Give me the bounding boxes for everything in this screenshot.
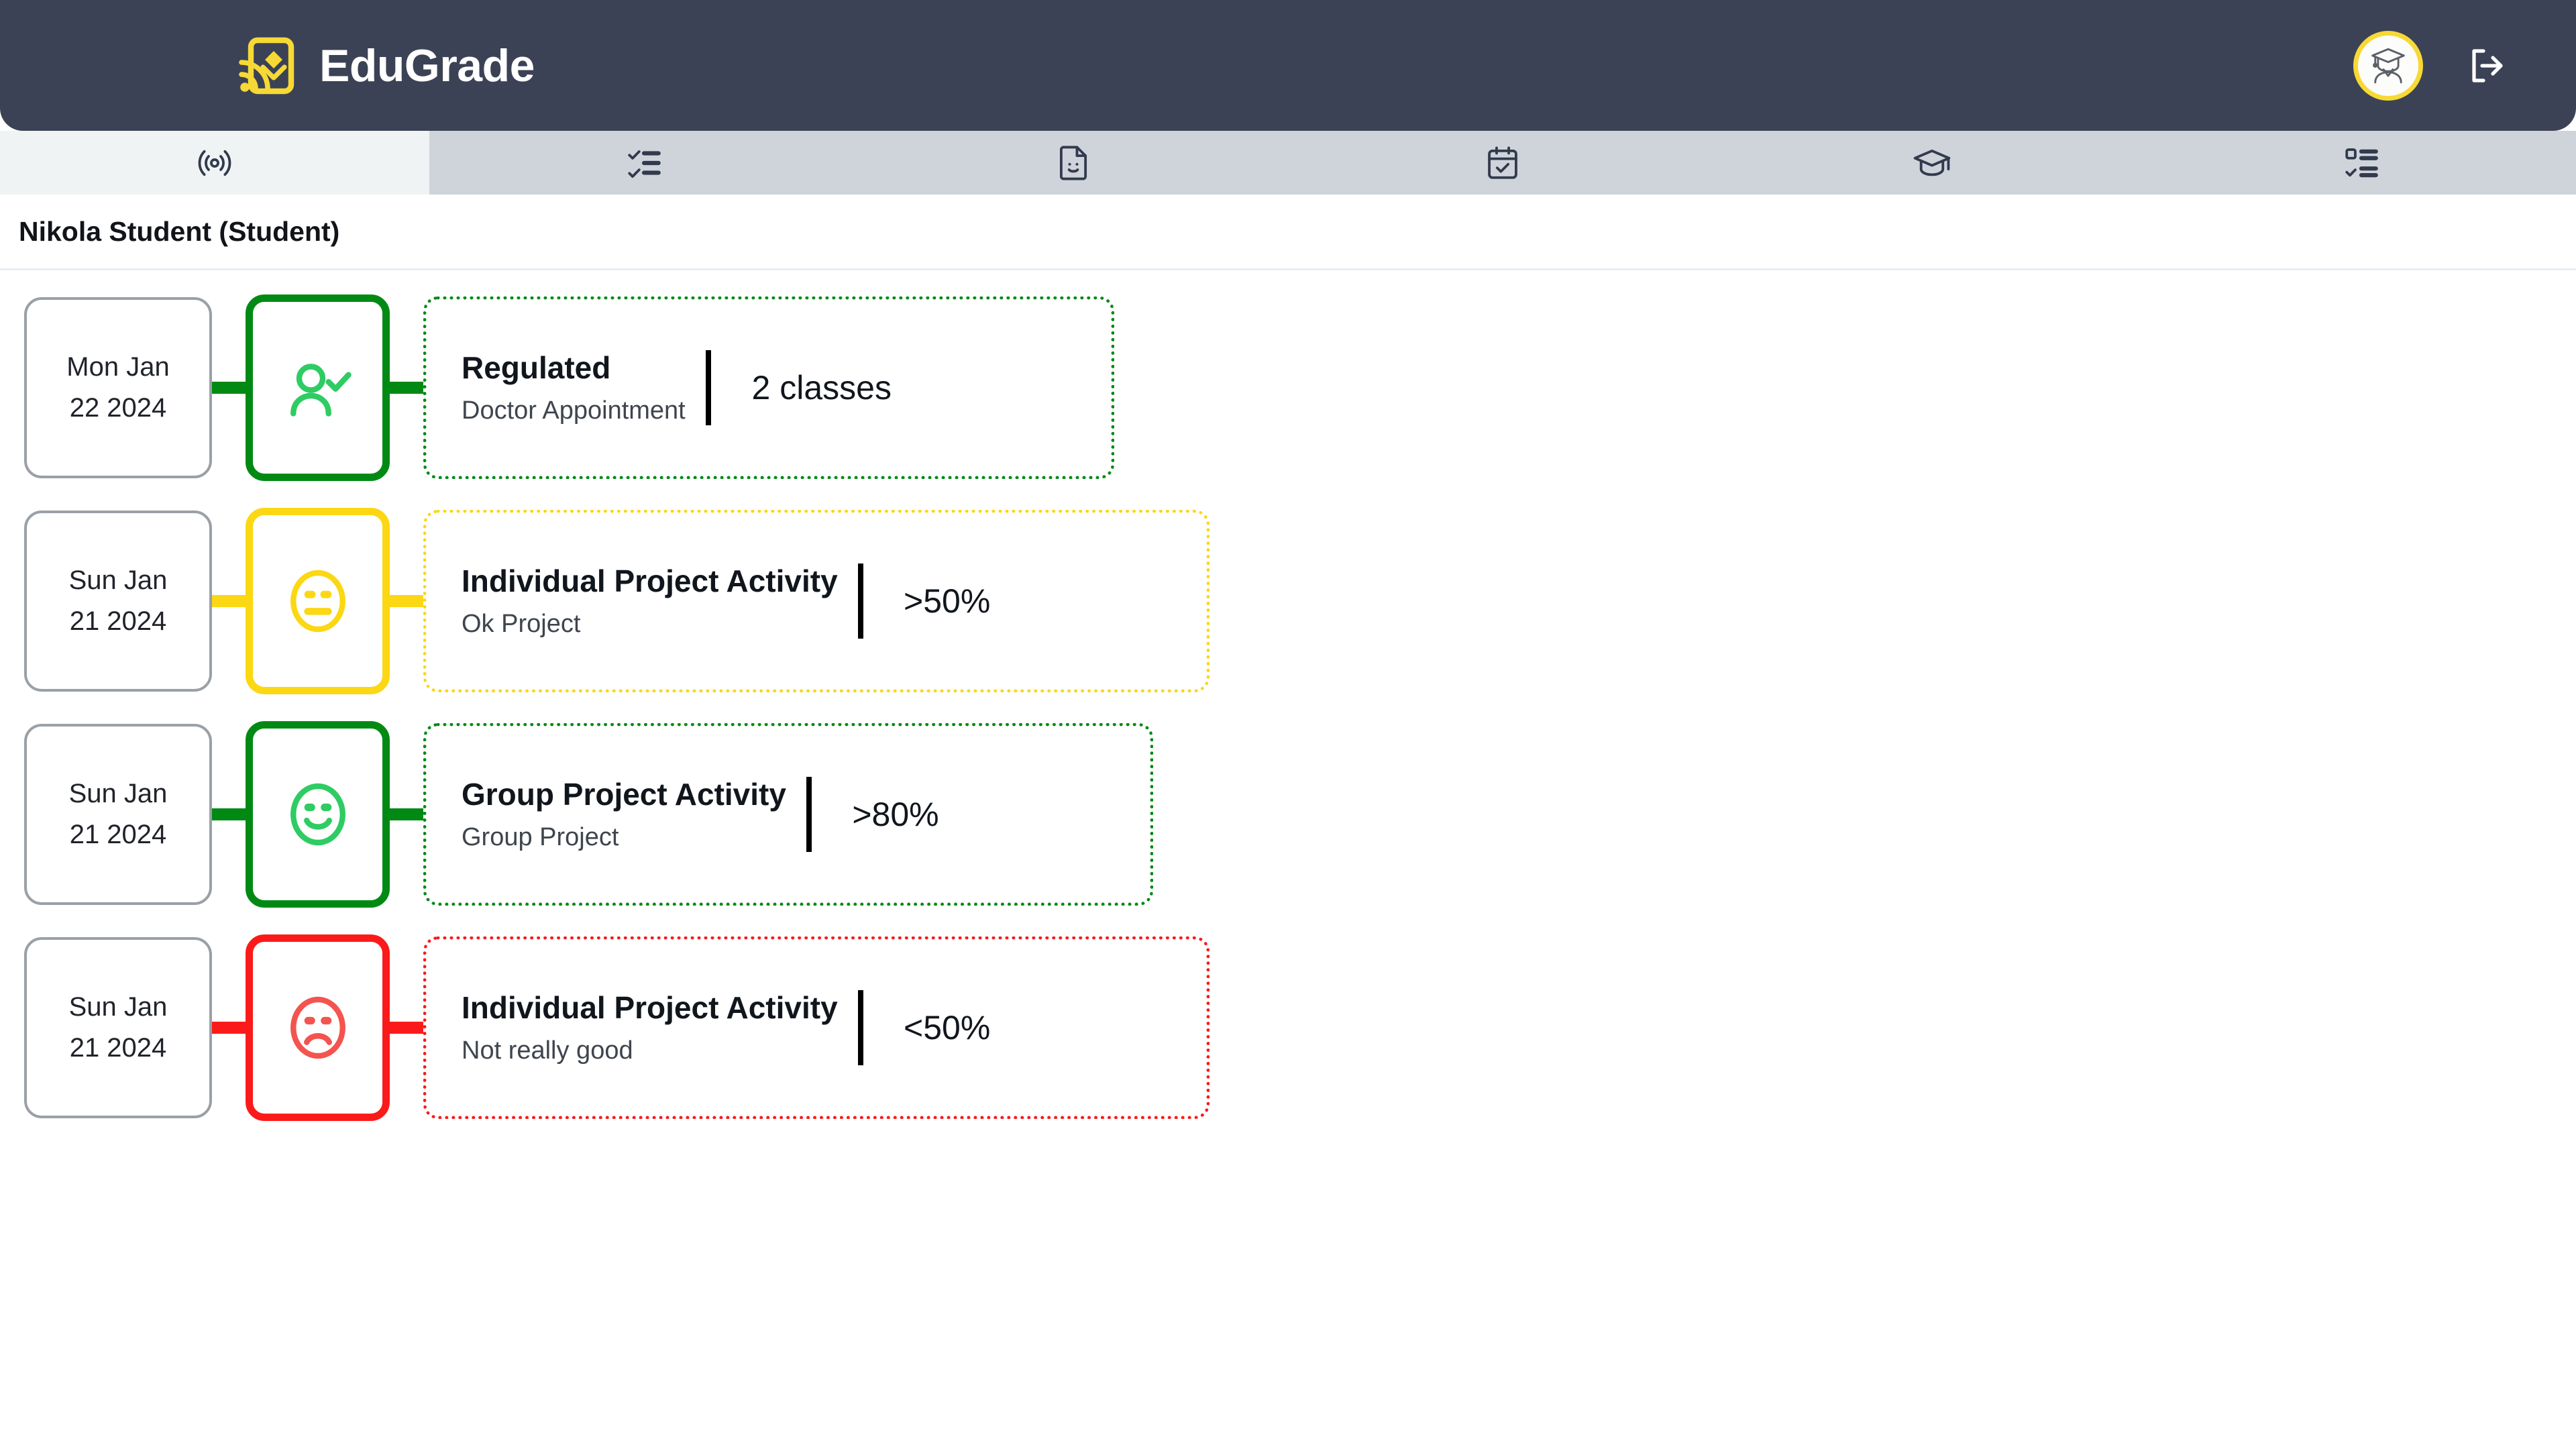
graduation-cap-icon <box>1913 144 1951 182</box>
timeline-status-icon-box <box>246 294 390 481</box>
timeline-card-text: Regulated Doctor Appointment <box>462 348 686 427</box>
connector-left <box>212 382 246 394</box>
timeline-date-box: Sun Jan 21 2024 <box>24 511 212 692</box>
logout-button[interactable] <box>2463 42 2512 90</box>
timeline-card-divider <box>806 777 812 852</box>
tab-bar <box>0 131 2576 195</box>
broadcast-icon <box>195 144 234 182</box>
timeline-card[interactable]: Individual Project Activity Not really g… <box>423 936 1210 1119</box>
timeline-date-line-1: Mon Jan <box>66 352 170 382</box>
timeline-card-title: Regulated <box>462 350 611 385</box>
page-title: Nikola Student (Student) <box>19 215 340 247</box>
timeline-status-icon-box <box>246 508 390 694</box>
timeline-card[interactable]: Individual Project Activity Ok Project >… <box>423 510 1210 692</box>
timeline-card-subtitle: Ok Project <box>462 609 581 638</box>
timeline-date-box: Sun Jan 21 2024 <box>24 937 212 1118</box>
tab-live[interactable] <box>0 131 429 195</box>
list-details-icon <box>2342 144 2381 182</box>
list-check-icon <box>625 144 663 182</box>
timeline-card[interactable]: Regulated Doctor Appointment 2 classes <box>423 297 1114 479</box>
timeline-card-value: <50% <box>904 1009 991 1046</box>
rss-card-logo-icon <box>233 34 298 98</box>
calendar-check-icon <box>1483 144 1522 182</box>
timeline-row[interactable]: Sun Jan 21 2024 Individual Project Activ… <box>0 921 2576 1134</box>
timeline-status-icon-box <box>246 934 390 1121</box>
timeline-card[interactable]: Group Project Activity Group Project >80… <box>423 723 1153 906</box>
page-title-bar: Nikola Student (Student) <box>0 195 2576 268</box>
timeline-card-subtitle: Group Project <box>462 822 619 851</box>
app-header: EduGrade <box>0 0 2576 131</box>
connector-right <box>390 1022 423 1034</box>
timeline-date-line-1: Sun Jan <box>68 779 168 809</box>
tab-behaviour[interactable] <box>859 131 1288 195</box>
timeline-card-divider <box>705 350 711 425</box>
timeline-date-line-1: Sun Jan <box>68 992 168 1022</box>
timeline-status-icon-box <box>246 721 390 908</box>
connector-left <box>212 808 246 820</box>
timeline-card-divider <box>857 990 863 1065</box>
timeline-row[interactable]: Mon Jan 22 2024 Regulated Doctor Appoint… <box>0 281 2576 494</box>
timeline-card-title: Individual Project Activity <box>462 989 838 1025</box>
graduate-avatar-icon <box>2366 44 2410 88</box>
timeline-date-line-2: 22 2024 <box>69 393 167 423</box>
logout-icon <box>2466 44 2509 87</box>
timeline-card-value: 2 classes <box>751 369 892 407</box>
timeline-date-box: Sun Jan 21 2024 <box>24 724 212 905</box>
timeline-date-line-1: Sun Jan <box>68 566 168 596</box>
brand-name: EduGrade <box>319 40 535 91</box>
brand: EduGrade <box>233 34 535 98</box>
timeline-card-divider <box>857 564 863 639</box>
smile-face-icon <box>280 777 356 852</box>
timeline-row[interactable]: Sun Jan 21 2024 Individual Project Activ… <box>0 494 2576 708</box>
timeline-card-title: Group Project Activity <box>462 776 786 812</box>
timeline-card-subtitle: Doctor Appointment <box>462 396 686 425</box>
timeline-date-line-2: 21 2024 <box>69 1033 167 1063</box>
tab-checklist[interactable] <box>429 131 859 195</box>
connector-left <box>212 595 246 607</box>
timeline-card-text: Individual Project Activity Not really g… <box>462 988 838 1067</box>
timeline-date-line-2: 21 2024 <box>69 820 167 849</box>
timeline-card-value: >80% <box>852 796 939 833</box>
timeline-date-line-2: 21 2024 <box>69 606 167 636</box>
timeline-card-title: Individual Project Activity <box>462 563 838 598</box>
timeline-list: Mon Jan 22 2024 Regulated Doctor Appoint… <box>0 270 2576 1134</box>
connector-right <box>390 382 423 394</box>
timeline-card-text: Individual Project Activity Ok Project <box>462 561 838 641</box>
timeline-card-subtitle: Not really good <box>462 1036 633 1065</box>
tab-reports[interactable] <box>2147 131 2576 195</box>
connector-left <box>212 1022 246 1034</box>
tab-grades[interactable] <box>1717 131 2147 195</box>
header-actions <box>2353 0 2512 131</box>
frown-face-icon <box>280 990 356 1065</box>
timeline-row[interactable]: Sun Jan 21 2024 Group Project Activity G… <box>0 708 2576 921</box>
avatar[interactable] <box>2353 30 2423 101</box>
timeline-date-box: Mon Jan 22 2024 <box>24 297 212 478</box>
tab-attendance[interactable] <box>1288 131 1717 195</box>
user-check-icon <box>280 350 356 425</box>
connector-right <box>390 595 423 607</box>
meh-face-icon <box>280 564 356 639</box>
connector-right <box>390 808 423 820</box>
file-smile-icon <box>1054 144 1093 182</box>
timeline-card-value: >50% <box>904 582 991 620</box>
timeline-card-text: Group Project Activity Group Project <box>462 775 786 854</box>
